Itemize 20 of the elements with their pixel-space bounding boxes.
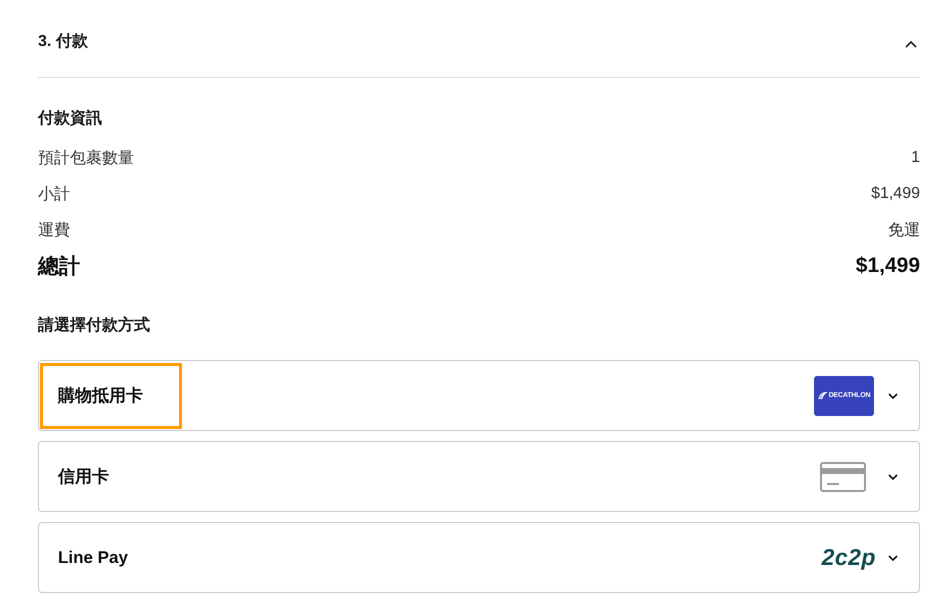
payment-methods-heading: 請選擇付款方式: [38, 315, 150, 336]
summary-value: 免運: [888, 220, 920, 240]
total-value: $1,499: [856, 254, 920, 278]
logo-wordmark: 2c2p: [822, 544, 876, 571]
chevron-icon: [905, 40, 917, 48]
payment-option[interactable]: 信用卡: [38, 441, 920, 512]
summary-heading: 付款資訊: [38, 108, 102, 129]
payment-option[interactable]: Line Pay 2c2p: [38, 522, 920, 593]
summary-value: 1: [911, 149, 920, 167]
chevron-icon: [888, 474, 898, 480]
summary-label: 運費: [38, 220, 70, 240]
total-label: 總計: [38, 254, 80, 280]
summary-label: 小計: [38, 184, 70, 204]
summary-value: $1,499: [871, 185, 920, 203]
chevron-icon: [888, 392, 898, 398]
summary-label: 預計包裹數量: [38, 148, 134, 168]
swoosh-icon: [818, 392, 827, 399]
credit-card-icon: [820, 462, 866, 492]
section-header[interactable]: 3. 付款: [38, 0, 920, 78]
chevron-icon: [888, 554, 898, 560]
